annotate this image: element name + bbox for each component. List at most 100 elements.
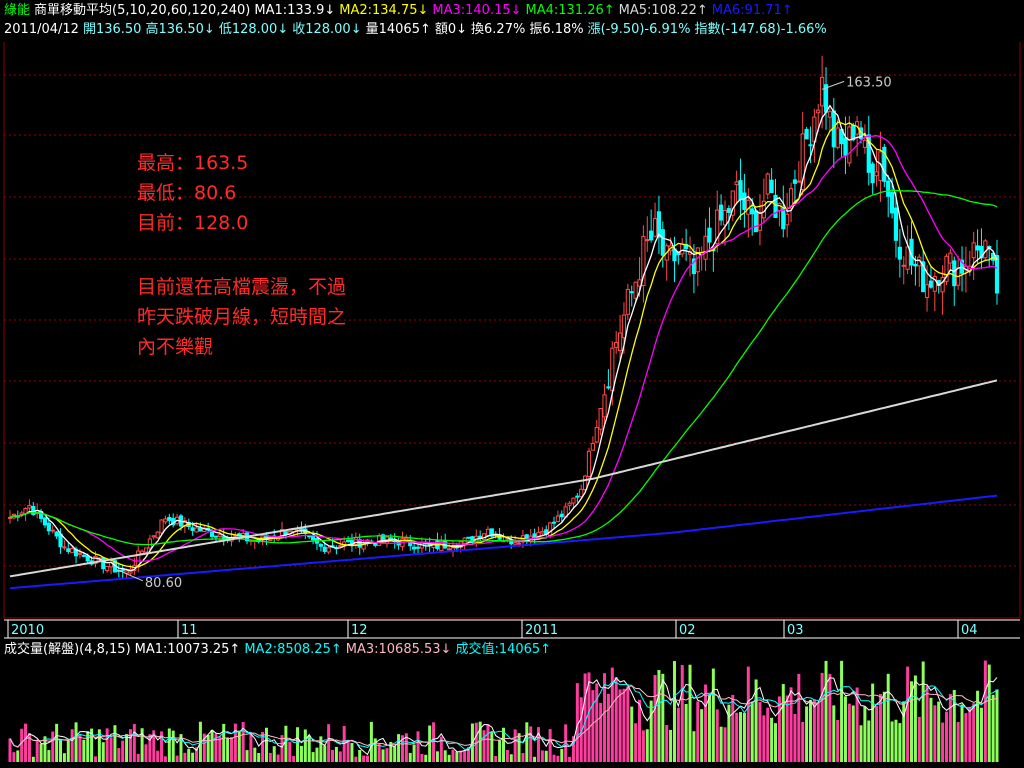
volume-bar — [739, 712, 743, 762]
candle-body — [548, 522, 553, 537]
candle-body — [310, 535, 316, 541]
comment-line: 昨天跌破月線，短時間之 — [137, 306, 347, 328]
volume-bar — [902, 701, 906, 762]
volume-bar — [552, 754, 556, 762]
summary-current: 目前：128.0 — [137, 212, 249, 234]
volume-bar — [210, 730, 214, 762]
volume-bar — [381, 749, 385, 762]
volume-bar — [311, 752, 315, 762]
candle-body — [901, 264, 906, 267]
volume-bar — [762, 715, 766, 762]
volume-bar — [723, 727, 727, 762]
indicator-title: 商單移動平均(5,10,20,60,120,240) — [34, 3, 251, 18]
candle-body — [27, 504, 32, 509]
volume-bar — [867, 720, 871, 762]
volume-bar — [187, 749, 191, 762]
volume-bar — [544, 750, 548, 762]
volume-bar — [55, 723, 59, 762]
low-marker-label: 80.60 — [145, 576, 182, 591]
volume-bar — [412, 744, 416, 762]
volume-bar — [432, 722, 436, 762]
candle-body — [625, 288, 630, 315]
volume-bar — [960, 704, 964, 762]
volume-bar — [719, 726, 723, 762]
volume-bar — [513, 729, 517, 762]
volume-bar — [346, 741, 350, 762]
candle-body — [851, 124, 856, 141]
candle-body — [948, 252, 953, 264]
volume-bar — [672, 661, 676, 762]
volume-bar — [451, 749, 455, 762]
volume-bar — [742, 712, 746, 762]
volume-bar — [12, 752, 16, 762]
quote-value-8: 漲(-9.50)-6.91% — [587, 22, 691, 37]
quote-value-5: 額0↓ — [434, 22, 468, 37]
candle-body — [750, 208, 755, 215]
volume-bar — [964, 713, 968, 762]
volume-bar — [983, 660, 987, 762]
candle-body — [217, 534, 222, 538]
volume-bar — [568, 756, 572, 762]
volume-bar — [540, 750, 544, 762]
volume-bar — [288, 741, 292, 762]
volume-bar — [688, 664, 692, 762]
candle-body — [143, 547, 149, 553]
volume-bar — [956, 722, 960, 762]
candle-body — [555, 515, 561, 522]
candle-body — [738, 180, 743, 201]
volume-bar — [991, 694, 995, 762]
candle-body — [140, 550, 145, 554]
volume-bar — [354, 756, 358, 762]
volume-bar — [925, 685, 929, 762]
high-marker-label: 163.50 — [846, 75, 892, 90]
axis-label: 03 — [787, 623, 804, 638]
volume-bar — [972, 703, 976, 762]
candle-body — [163, 518, 168, 523]
candle-body — [886, 180, 891, 197]
volume-bar — [521, 753, 525, 762]
volume-bar — [634, 723, 638, 762]
quote-value-3: 收128.00↓ — [292, 22, 362, 37]
volume-bar — [851, 705, 855, 762]
volume-bar — [509, 754, 513, 762]
ma-value-5: MA6:91.71↑ — [711, 3, 793, 18]
volume-bar — [486, 724, 490, 762]
volume-bar — [805, 706, 809, 762]
volume-bar — [16, 750, 20, 762]
volume-bar — [517, 733, 521, 762]
volume-bar — [377, 743, 381, 762]
candle-body — [719, 204, 724, 221]
volume-bar — [758, 702, 762, 762]
volume-bar — [707, 695, 711, 762]
candle-body — [843, 137, 848, 156]
volume-bar — [334, 746, 338, 762]
volume-bar — [715, 709, 719, 762]
volume-bar — [529, 726, 533, 762]
volume-bar — [661, 673, 665, 762]
summary-high: 最高：163.5 — [137, 152, 249, 174]
candle-body — [594, 426, 599, 443]
candle-body — [532, 533, 537, 539]
volume-bar — [863, 706, 867, 762]
volume-bar — [808, 700, 812, 762]
candle-body — [870, 163, 875, 184]
candle-body — [602, 394, 607, 418]
volume-bar — [101, 742, 105, 762]
volume-bar — [296, 727, 300, 762]
candle-body — [551, 521, 557, 524]
ma-value-3: MA4:131.26↑ — [525, 3, 615, 18]
volume-bar — [630, 706, 634, 762]
volume-bar — [397, 734, 401, 762]
candle-body — [151, 535, 156, 538]
volume-bar — [51, 731, 55, 762]
candle-body — [621, 314, 627, 339]
volume-ma-values: MA1:10073.25↑ MA2:8508.25↑ MA3:10685.53↓ 成交… — [135, 642, 555, 657]
volume-bar — [257, 752, 261, 762]
volume-bar — [859, 725, 863, 762]
volume-bar — [937, 701, 941, 762]
volume-bar — [62, 753, 66, 762]
volume-bar — [183, 752, 187, 762]
volume-bar — [206, 734, 210, 762]
volume-bar — [653, 675, 657, 762]
volume-bar — [82, 739, 86, 762]
